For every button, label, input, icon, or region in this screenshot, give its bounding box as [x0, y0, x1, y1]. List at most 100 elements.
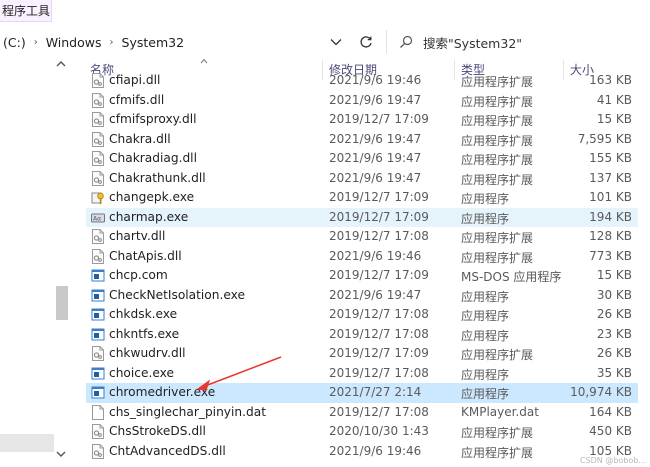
- file-row[interactable]: Aα charmap.exe 2019/12/7 17:09 应用程序 194 KB: [86, 207, 638, 227]
- file-size: 155 KB: [589, 151, 632, 165]
- file-type: 应用程序: [461, 367, 510, 382]
- file-row[interactable]: Chakrathunk.dll 2021/9/6 19:47 应用程序扩展 137 K…: [86, 169, 638, 189]
- file-type: 应用程序扩展: [461, 426, 534, 440]
- file-date-modified: 2021/7/27 2:14: [329, 385, 422, 399]
- file-icon: [91, 404, 105, 420]
- file-name: choice.exe: [109, 365, 174, 380]
- file-row[interactable]: changepk.exe 2019/12/7 17:09 应用程序 101 KB: [86, 188, 638, 208]
- dll-icon: [91, 151, 105, 166]
- file-name: cfmifsproxy.dll: [109, 112, 197, 126]
- file-date-modified: 2021/9/6 19:46: [329, 73, 422, 87]
- address-history-dropdown[interactable]: [328, 34, 344, 50]
- file-list: 名称 修改日期 类型 大小 cfiapi.dll 2021/9/6 19:46 应用…: [86, 58, 650, 467]
- file-date-modified: 2019/12/7 17:08: [329, 307, 429, 321]
- ribbon-tab-label: 程序工具: [2, 4, 51, 18]
- exe-icon: [91, 268, 105, 283]
- file-type: 应用程序扩展: [461, 114, 534, 128]
- file-size: 15 KB: [596, 112, 632, 126]
- file-date-modified: 2021/9/6 19:47: [329, 170, 422, 185]
- file-name: charmap.exe: [109, 209, 189, 224]
- file-row[interactable]: cfmifs.dll 2021/9/6 19:47 应用程序扩展 41 KB: [86, 91, 638, 111]
- file-name: Chakrathunk.dll: [109, 170, 206, 185]
- file-date-modified: 2019/12/7 17:08: [329, 326, 429, 341]
- dll-icon: [91, 112, 105, 127]
- exe-icon: [91, 327, 105, 342]
- file-row[interactable]: chkdsk.exe 2019/12/7 17:08 应用程序 26 KB: [86, 305, 638, 325]
- file-row[interactable]: CheckNetIsolation.exe 2021/9/6 19:47 应用程序 3…: [86, 286, 638, 306]
- dll-icon: [91, 73, 105, 88]
- file-name: chs_singlechar_pinyin.dat: [109, 404, 266, 419]
- scroll-down-icon[interactable]: [55, 448, 67, 460]
- svg-text:Aα: Aα: [93, 215, 101, 222]
- breadcrumb-system32[interactable]: System32: [120, 35, 187, 50]
- dll-icon: [91, 170, 105, 186]
- file-size: 35 KB: [596, 365, 632, 380]
- dll-icon: [91, 443, 105, 459]
- file-row[interactable]: ChatApis.dll 2021/9/6 19:46 应用程序扩展 773 KB: [86, 247, 638, 267]
- chevron-down-icon: [330, 39, 342, 46]
- key-app-icon: [91, 190, 105, 205]
- chevron-right-icon[interactable]: ›: [28, 37, 44, 48]
- dll-icon: [91, 131, 105, 147]
- file-size: 26 KB: [596, 307, 632, 321]
- file-row[interactable]: cfmifsproxy.dll 2019/12/7 17:09 应用程序扩展 15 K…: [86, 110, 638, 130]
- file-row[interactable]: chromedriver.exe 2021/7/27 2:14 应用程序 10,974…: [86, 383, 638, 403]
- file-row[interactable]: cfiapi.dll 2021/9/6 19:46 应用程序扩展 163 KB: [86, 71, 638, 91]
- sort-ascending-icon: [200, 58, 208, 64]
- nav-selected-item[interactable]: [0, 434, 54, 452]
- file-size: 101 KB: [589, 190, 632, 204]
- file-row[interactable]: ChtAdvancedDS.dll 2021/9/6 19:46 应用程序扩展 105…: [86, 442, 638, 462]
- file-name: cfmifs.dll: [109, 92, 165, 107]
- breadcrumb-drive[interactable]: (C:): [1, 35, 28, 50]
- breadcrumb-windows[interactable]: Windows: [44, 35, 104, 50]
- chevron-right-icon[interactable]: ›: [104, 37, 120, 48]
- navigation-pane[interactable]: [0, 56, 70, 467]
- file-row[interactable]: choice.exe 2019/12/7 17:08 应用程序 35 KB: [86, 364, 638, 384]
- search-icon: [400, 35, 413, 48]
- file-type: 应用程序扩展: [461, 231, 534, 245]
- file-type: 应用程序: [461, 289, 510, 304]
- file-row[interactable]: chkntfs.exe 2019/12/7 17:08 应用程序 23 KB: [86, 325, 638, 345]
- file-type: 应用程序扩展: [461, 75, 534, 89]
- file-size: 7,595 KB: [577, 131, 632, 146]
- file-date-modified: 2021/9/6 19:47: [329, 92, 422, 107]
- dll-icon: [91, 346, 105, 361]
- file-row[interactable]: Chakradiag.dll 2021/9/6 19:47 应用程序扩展 155 KB: [86, 149, 638, 169]
- file-size: 10,974 KB: [570, 385, 632, 399]
- address-bar[interactable]: (C:) › Windows › System32: [0, 28, 350, 56]
- file-date-modified: 2021/9/6 19:46: [329, 248, 422, 263]
- file-size: 164 KB: [589, 404, 632, 419]
- scroll-up-icon[interactable]: [55, 58, 67, 70]
- file-row[interactable]: chkwudrv.dll 2019/12/7 17:09 应用程序扩展 26 KB: [86, 344, 638, 364]
- search-input[interactable]: 搜索"System32": [386, 30, 650, 54]
- file-size: 450 KB: [589, 424, 632, 438]
- file-date-modified: 2021/9/6 19:47: [329, 151, 422, 165]
- file-date-modified: 2019/12/7 17:09: [329, 268, 429, 282]
- file-row[interactable]: Chakra.dll 2021/9/6 19:47 应用程序扩展 7,595 KB: [86, 130, 638, 150]
- file-row[interactable]: chs_singlechar_pinyin.dat 2019/12/7 17:08…: [86, 403, 638, 423]
- exe-icon: [91, 366, 105, 381]
- file-date-modified: 2020/10/30 1:43: [329, 424, 429, 438]
- file-type: 应用程序: [461, 211, 510, 226]
- file-row[interactable]: chartv.dll 2019/12/7 17:08 应用程序扩展 128 KB: [86, 227, 638, 247]
- file-type: 应用程序扩展: [461, 348, 534, 362]
- file-name: chromedriver.exe: [109, 385, 216, 399]
- file-row[interactable]: ChsStrokeDS.dll 2020/10/30 1:43 应用程序扩展 450 …: [86, 422, 638, 442]
- file-name: ChsStrokeDS.dll: [109, 424, 206, 438]
- exe-icon: [91, 385, 105, 400]
- file-name: changepk.exe: [109, 190, 195, 204]
- file-type: MS-DOS 应用程序: [461, 270, 562, 284]
- file-name: Chakradiag.dll: [109, 151, 197, 165]
- search-placeholder: 搜索"System32": [423, 35, 523, 51]
- file-size: 194 KB: [589, 209, 632, 224]
- refresh-button[interactable]: [352, 30, 380, 54]
- file-type: 应用程序: [461, 328, 510, 343]
- file-size: 23 KB: [596, 326, 632, 341]
- file-name: ChatApis.dll: [109, 248, 182, 263]
- file-name: chkntfs.exe: [109, 326, 180, 341]
- file-date-modified: 2019/12/7 17:08: [329, 404, 429, 419]
- nav-scrollbar-thumb[interactable]: [56, 286, 68, 320]
- ribbon-tab-app-tools[interactable]: 程序工具: [0, 0, 52, 22]
- charmap-icon: Aα: [91, 210, 105, 225]
- file-row[interactable]: chcp.com 2019/12/7 17:09 MS-DOS 应用程序 15 KB: [86, 266, 638, 286]
